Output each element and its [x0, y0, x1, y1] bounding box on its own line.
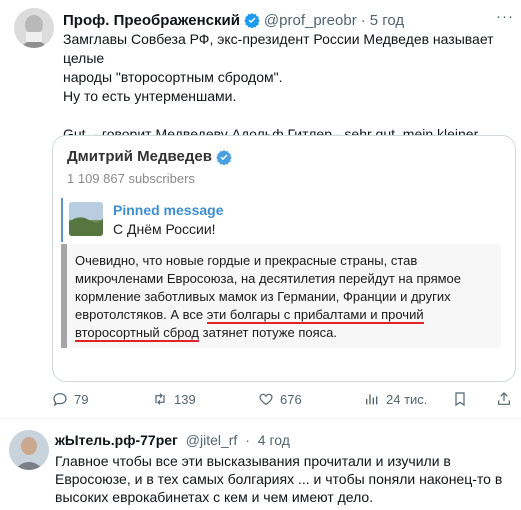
tweet-line: Замглавы Совбеза РФ, экс-президент Росси…: [63, 31, 494, 66]
retweet-icon: [155, 393, 165, 405]
tweet-divider: [0, 418, 521, 419]
reply-author-handle[interactable]: @jitel_rf: [186, 432, 238, 448]
reply-text: Главное чтобы все эти высказывания прочи…: [55, 453, 503, 505]
reply-time[interactable]: 4 год: [258, 432, 290, 448]
tweet[interactable]: Проф. Преображенский @prof_preobr · 5 го…: [0, 0, 521, 418]
views-count: 24 тис.: [386, 391, 428, 407]
pinned-text: С Днём России!: [113, 221, 216, 237]
dot-separator: ·: [360, 11, 366, 29]
reply-count: 79: [74, 391, 89, 407]
tweet-header: Проф. Преображенский @prof_preobr · 5 го…: [63, 10, 513, 30]
reply-button[interactable]: 79: [52, 388, 88, 410]
quoted-post: Очевидно, что новые гордые и прекрасные …: [61, 244, 501, 348]
views-icon: [366, 394, 378, 405]
channel-subscribers: 1 109 867 subscribers: [67, 171, 195, 186]
dot-separator: ·: [245, 432, 250, 448]
tweet-time[interactable]: 5 год: [370, 12, 404, 29]
retweet-count: 139: [174, 391, 196, 407]
views-button[interactable]: 24 тис.: [364, 388, 427, 410]
like-button[interactable]: 676: [258, 388, 302, 410]
author-avatar[interactable]: [14, 8, 54, 48]
channel-title: Дмитрий Медведев: [67, 148, 232, 165]
tweet-actions: 79 139 676 24 тис.: [52, 388, 514, 410]
pinned-title: Pinned message: [113, 202, 224, 218]
pinned-message: Pinned message С Днём России!: [61, 198, 505, 242]
underlined-phrase: второсортный сброд: [75, 325, 199, 342]
share-button[interactable]: [496, 388, 512, 410]
reply-header: жЫтель.рф-77рег @jitel_rf · 4 год: [55, 432, 515, 450]
channel-name: Дмитрий Медведев: [67, 148, 212, 165]
more-options-icon[interactable]: ···: [496, 8, 514, 26]
retweet-button[interactable]: 139: [152, 388, 196, 410]
share-icon: [498, 392, 510, 405]
bookmark-icon: [455, 392, 465, 407]
verified-badge-icon: [244, 13, 260, 28]
quote-scrollbar: [61, 244, 67, 348]
quote-text: Очевидно, что новые гордые и прекрасные …: [75, 253, 462, 342]
reply-author-avatar[interactable]: [9, 430, 49, 470]
tweet-line: Ну то есть унтерменшами.: [63, 88, 237, 104]
reply-author-name[interactable]: жЫтель.рф-77рег: [55, 432, 178, 448]
bookmark-button[interactable]: [452, 388, 468, 410]
author-handle[interactable]: @prof_preobr: [264, 12, 357, 29]
pinned-thumbnail: [69, 202, 103, 236]
reply-icon: [53, 393, 67, 407]
embedded-screenshot[interactable]: Дмитрий Медведев 1 109 867 subscribers P…: [52, 135, 516, 382]
tweet-line: народы "второсортным сбродом".: [63, 69, 283, 85]
heart-icon: [259, 393, 273, 406]
underlined-phrase: эти болгары с прибалтами и прочий: [206, 307, 424, 324]
like-count: 676: [280, 391, 302, 407]
verified-badge-icon: [216, 149, 232, 165]
author-name[interactable]: Проф. Преображенский: [63, 12, 240, 29]
